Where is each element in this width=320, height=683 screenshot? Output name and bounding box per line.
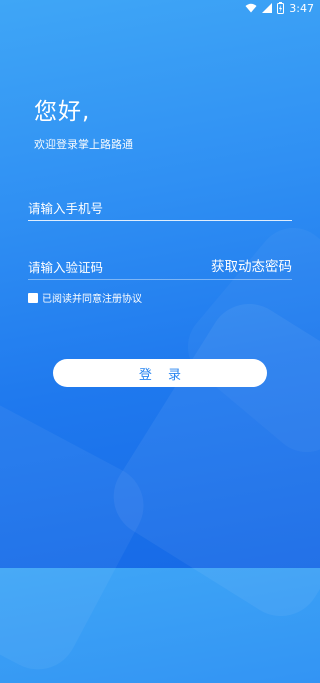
- agree-text: 已阅读并同意: [42, 294, 102, 305]
- login-button[interactable]: 登 录: [53, 359, 267, 387]
- agreement-row: 已阅读并同意 注册协议: [28, 290, 142, 305]
- background-decoration: [0, 376, 158, 683]
- verification-code-input[interactable]: [28, 257, 198, 277]
- agreement-link[interactable]: 注册协议: [102, 290, 142, 305]
- wifi-icon: [245, 3, 257, 13]
- greeting-title: 您好,: [34, 99, 91, 125]
- cell-signal-icon: [262, 3, 273, 13]
- status-time: 3:47: [289, 1, 314, 15]
- status-bar: 3:47: [0, 0, 320, 16]
- phone-input[interactable]: [28, 198, 292, 218]
- background-decoration: [98, 288, 320, 632]
- get-code-button[interactable]: 获取动态密码: [211, 255, 292, 275]
- battery-charging-icon: [277, 2, 285, 14]
- agree-checkbox[interactable]: [28, 292, 38, 303]
- code-field: 获取动态密码: [28, 253, 292, 280]
- phone-field: [28, 194, 292, 221]
- welcome-subtitle: 欢迎登录掌上路路通: [34, 138, 133, 151]
